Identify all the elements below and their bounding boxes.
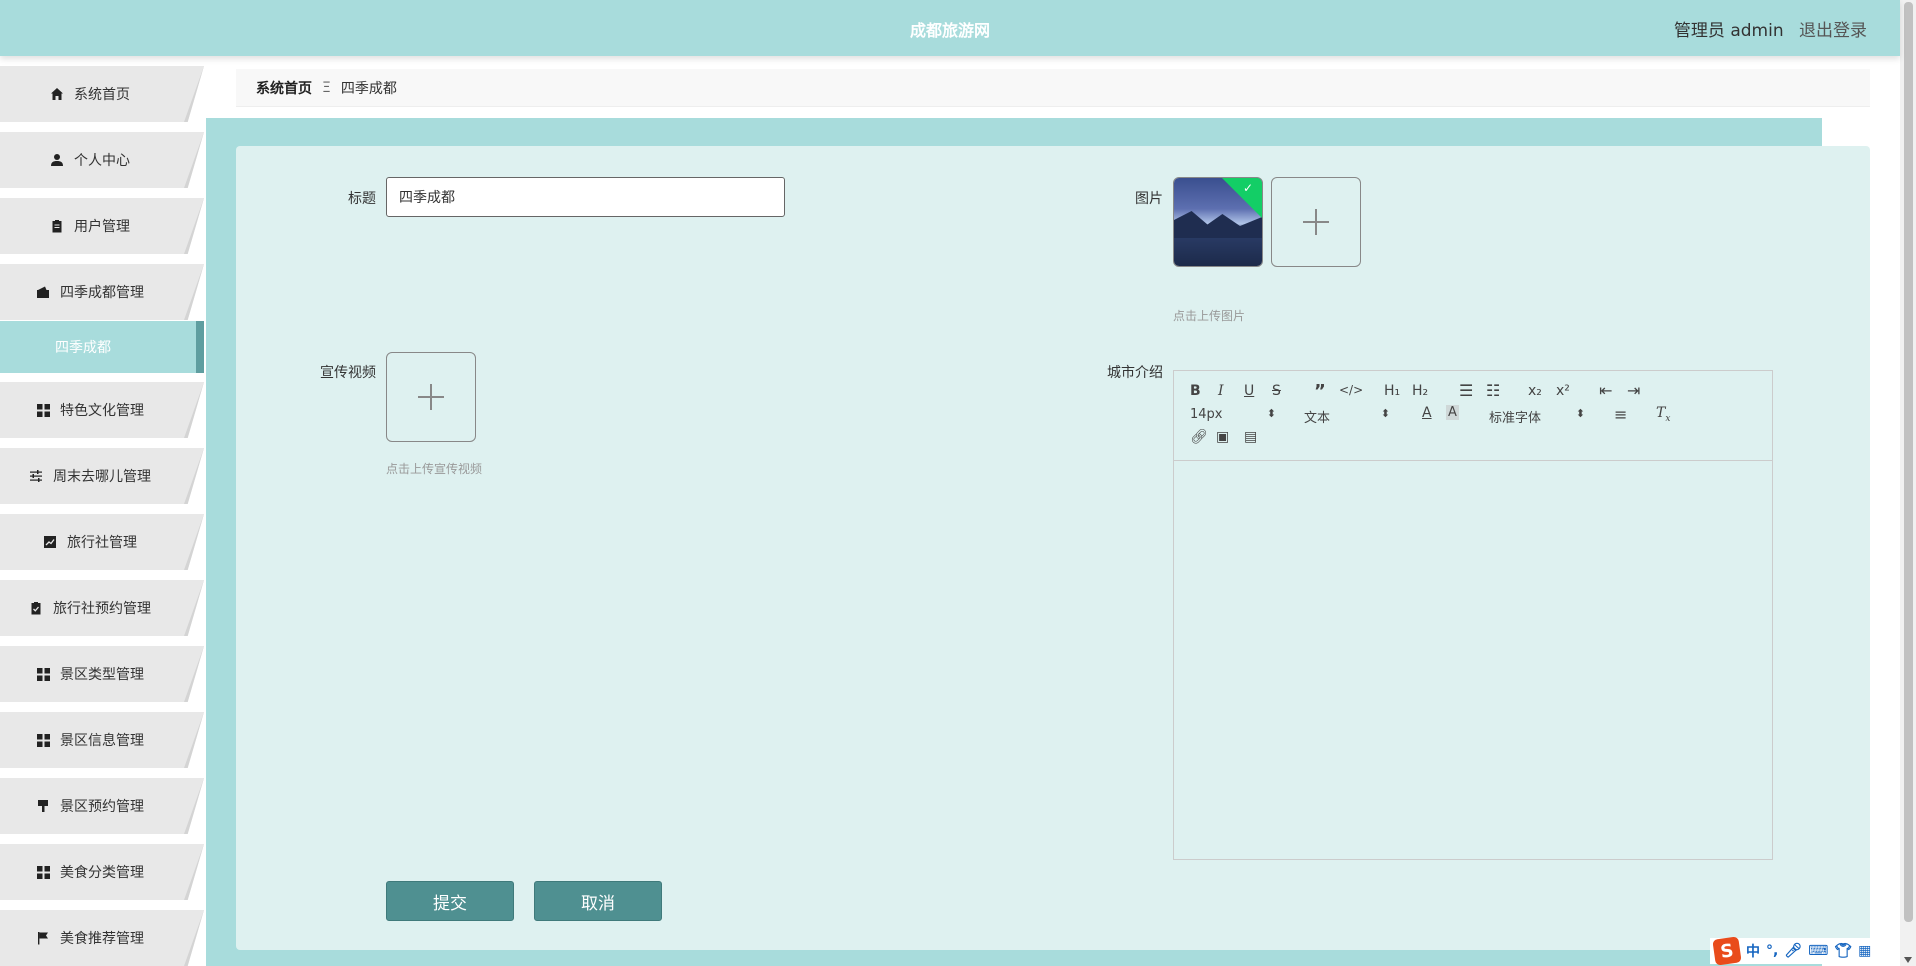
intro-label: 城市介绍 — [1107, 365, 1163, 381]
video-label: 宣传视频 — [320, 365, 376, 381]
clipboard-check-icon — [29, 601, 43, 615]
grid-icon — [36, 403, 50, 417]
indent-icon[interactable]: ⇥ — [1627, 381, 1640, 400]
picture-upload-hint: 点击上传图片 — [1173, 309, 1246, 323]
underline-icon[interactable]: U — [1244, 383, 1254, 399]
skin-icon[interactable]: 👕︎ — [1834, 943, 1852, 959]
submit-button[interactable]: 提交 — [386, 881, 514, 921]
sidebar-item-scenic-booking[interactable]: 景区预约管理 — [0, 778, 204, 834]
sidebar-item-seasons-manage[interactable]: 四季成都管理 — [0, 264, 204, 320]
sidebar-item-agency-booking[interactable]: 旅行社预约管理 — [0, 580, 204, 636]
check-icon: ✓ — [1242, 181, 1253, 195]
sidebar-item-users[interactable]: 用户管理 — [0, 198, 204, 254]
font-size-select[interactable]: 14px — [1190, 407, 1276, 422]
picture-upload-button[interactable] — [1271, 177, 1361, 267]
picture-label: 图片 — [1135, 191, 1163, 207]
chart-icon — [43, 535, 57, 549]
superscript-icon[interactable]: x² — [1556, 383, 1570, 399]
rich-text-editor: B I U S ” </> H₁ H₂ ☰ ☷ x₂ x² ⇤ ⇥ 14px 文… — [1173, 370, 1773, 860]
sidebar-item-profile[interactable]: 个人中心 — [0, 132, 204, 188]
sidebar-item-home[interactable]: 系统首页 — [0, 66, 204, 122]
ime-lang-toggle[interactable]: 中 — [1746, 941, 1760, 961]
microphone-icon[interactable]: 🎤︎ — [1784, 943, 1802, 959]
code-icon[interactable]: </> — [1339, 383, 1363, 397]
ordered-list-icon[interactable]: ☰ — [1459, 381, 1473, 400]
breadcrumb-home[interactable]: 系统首页 — [256, 78, 312, 98]
subscript-icon[interactable]: x₂ — [1528, 383, 1542, 399]
editor-toolbar: B I U S ” </> H₁ H₂ ☰ ☷ x₂ x² ⇤ ⇥ 14px 文… — [1174, 371, 1772, 461]
sidebar-subitem-seasons[interactable]: 四季成都 — [0, 321, 204, 373]
clipboard-icon — [50, 219, 64, 233]
align-icon[interactable]: ≡ — [1614, 405, 1627, 424]
font-color-icon[interactable]: A — [1422, 405, 1432, 421]
strike-icon[interactable]: S — [1272, 383, 1281, 399]
cancel-button[interactable]: 取消 — [534, 881, 662, 921]
uploaded-picture-thumbnail[interactable]: ✓ — [1173, 177, 1263, 267]
sidebar-item-agency[interactable]: 旅行社管理 — [0, 514, 204, 570]
title-input[interactable] — [386, 177, 785, 217]
h1-icon[interactable]: H₁ — [1384, 383, 1400, 399]
bullet-list-icon[interactable]: ☷ — [1486, 381, 1500, 400]
ime-toolbar: S 中 °, 🎤︎ ⌨ 👕︎ ▦ — [1710, 936, 1876, 966]
breadcrumb-separator: Ξ — [322, 79, 331, 96]
grid-icon — [36, 733, 50, 747]
sidebar-item-culture[interactable]: 特色文化管理 — [0, 382, 204, 438]
italic-icon[interactable]: I — [1218, 383, 1224, 399]
video-upload-hint: 点击上传宣传视频 — [386, 462, 483, 476]
image-icon[interactable]: ▣ — [1216, 429, 1229, 445]
video-upload-button[interactable] — [386, 352, 476, 442]
breadcrumb: 系统首页 Ξ 四季成都 — [236, 69, 1870, 107]
breadcrumb-current: 四季成都 — [340, 80, 397, 97]
sidebar-item-scenic-type[interactable]: 景区类型管理 — [0, 646, 204, 702]
link-icon[interactable]: 🔗︎ — [1190, 429, 1208, 445]
top-bar: 成都旅游网 管理员 admin 退出登录 — [0, 0, 1900, 56]
user-icon — [50, 153, 64, 167]
logout-link[interactable]: 退出登录 — [1799, 21, 1867, 41]
sidebar-item-weekend[interactable]: 周末去哪儿管理 — [0, 448, 204, 504]
plus-icon — [418, 384, 444, 410]
site-title: 成都旅游网 — [909, 21, 990, 40]
brush-icon — [36, 799, 50, 813]
ime-punct-toggle[interactable]: °, — [1766, 943, 1778, 959]
sidebar-item-food-recommend[interactable]: 美食推荐管理 — [0, 910, 204, 966]
grid-menu-icon[interactable]: ▦ — [1858, 943, 1871, 959]
user-area: 管理员 admin 退出登录 — [1674, 16, 1867, 41]
outdent-icon[interactable]: ⇤ — [1599, 381, 1612, 400]
page-scrollbar[interactable] — [1900, 0, 1916, 966]
sidebar-item-scenic-info[interactable]: 景区信息管理 — [0, 712, 204, 768]
scrollbar-thumb[interactable] — [1904, 2, 1913, 922]
editor-body[interactable] — [1174, 462, 1772, 859]
title-label: 标题 — [348, 191, 376, 207]
sidebar-item-food-category[interactable]: 美食分类管理 — [0, 844, 204, 900]
grid-icon — [36, 667, 50, 681]
plus-icon — [1303, 209, 1329, 235]
flag-icon — [36, 931, 50, 945]
quote-icon[interactable]: ” — [1314, 381, 1326, 402]
scroll-down-icon[interactable] — [1904, 957, 1912, 963]
header-select[interactable]: 文本 — [1304, 407, 1390, 426]
sliders-icon — [29, 469, 43, 483]
user-label: 管理员 admin — [1673, 21, 1784, 41]
grid-icon — [36, 865, 50, 879]
keyboard-icon[interactable]: ⌨ — [1808, 943, 1828, 959]
bold-icon[interactable]: B — [1190, 383, 1201, 399]
clear-format-icon[interactable]: Tx — [1656, 405, 1670, 424]
h2-icon[interactable]: H₂ — [1412, 383, 1428, 399]
sogou-logo-icon[interactable]: S — [1712, 936, 1742, 966]
video-icon[interactable]: ▤ — [1244, 429, 1257, 445]
home-icon — [50, 87, 64, 101]
wallet-icon — [36, 285, 50, 299]
font-family-select[interactable]: 标准字体 — [1489, 407, 1585, 426]
sidebar: 系统首页 个人中心 用户管理 四季成都管理 四季成都 特色文化管理 周末去哪儿管… — [0, 56, 206, 966]
background-color-icon[interactable]: A — [1446, 405, 1459, 420]
